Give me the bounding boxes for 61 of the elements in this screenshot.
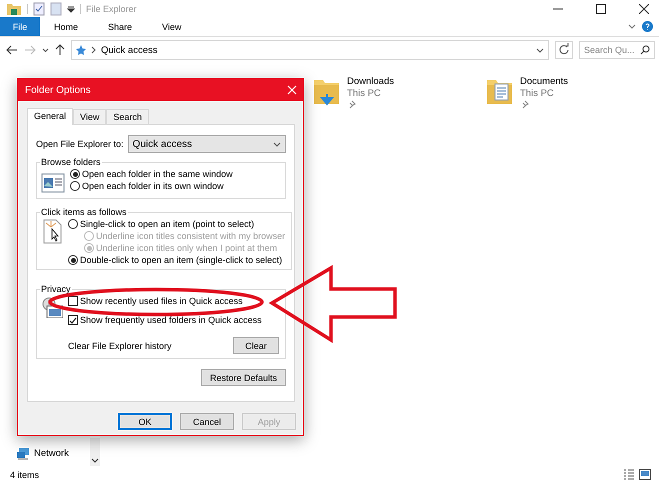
- scrollbar[interactable]: [90, 438, 100, 466]
- chevron-icon: [91, 46, 96, 54]
- maximize-icon[interactable]: [596, 4, 606, 14]
- window-icon: [41, 172, 65, 194]
- ribbon-tab[interactable]: Home: [40, 17, 94, 36]
- pointer-icon: [41, 219, 63, 245]
- checkbox-option[interactable]: Show recently used files in Quick access: [68, 296, 279, 306]
- up-arrow-icon[interactable]: [55, 44, 65, 56]
- dialog-button[interactable]: OK: [118, 413, 172, 430]
- refresh-icon[interactable]: [555, 41, 573, 59]
- window-title: File Explorer: [86, 4, 137, 14]
- clear-button[interactable]: Clear: [233, 337, 279, 354]
- chevron-icon[interactable]: [536, 48, 544, 52]
- item-count: 4 items: [10, 470, 40, 480]
- folder-name: Documents: [520, 76, 568, 87]
- group-title: Click items as follows: [40, 207, 128, 217]
- tab[interactable]: Search: [106, 109, 149, 124]
- dialog-button[interactable]: Cancel: [180, 413, 234, 430]
- folder-item[interactable]: Downloads This PC: [313, 76, 486, 109]
- ribbon-tab[interactable]: View: [148, 17, 198, 36]
- clock-icon: [41, 296, 63, 318]
- dialog-title: Folder Options: [25, 84, 91, 96]
- pin-icon: [520, 100, 529, 109]
- checkbox-option[interactable]: Show frequently used folders in Quick access: [68, 315, 279, 325]
- close-icon[interactable]: [639, 4, 649, 14]
- tiles-view-icon[interactable]: [639, 469, 651, 480]
- folder-location: This PC: [347, 88, 382, 99]
- history-label: Clear File Explorer history: [68, 340, 172, 350]
- radio-option[interactable]: Open each folder in its own window: [70, 181, 279, 191]
- pin-icon: [347, 100, 356, 109]
- help-icon[interactable]: [642, 21, 653, 32]
- field-label: Open File Explorer to:: [36, 139, 124, 149]
- ribbon-tab[interactable]: Share: [94, 17, 148, 36]
- folder-item[interactable]: Documents This PC: [486, 76, 659, 109]
- network-icon: [16, 447, 30, 460]
- address-bar[interactable]: Quick access: [71, 40, 549, 60]
- dropdown-arrow-icon[interactable]: [67, 4, 75, 12]
- details-view-icon[interactable]: [623, 469, 635, 480]
- tab[interactable]: General: [27, 108, 74, 125]
- folder-location: This PC: [520, 88, 555, 99]
- back-arrow-icon[interactable]: [6, 45, 18, 55]
- group-title: Browse folders: [40, 157, 102, 167]
- chevron-icon[interactable]: [91, 458, 99, 463]
- folder-name: Downloads: [347, 76, 394, 87]
- search-field[interactable]: Search Qu...: [579, 41, 655, 59]
- dropdown[interactable]: Quick access: [128, 135, 286, 153]
- radio-option[interactable]: Double-click to open an item (single-click to select): [68, 255, 286, 265]
- chevron-icon[interactable]: [42, 48, 49, 52]
- restore-defaults-button[interactable]: Restore Defaults: [200, 369, 286, 386]
- tab[interactable]: View: [73, 109, 106, 124]
- radio-option[interactable]: Single-click to open an item (point to select): [68, 219, 286, 229]
- group-title: Privacy: [40, 284, 72, 294]
- search-icon: [640, 45, 650, 55]
- radio-option[interactable]: Open each folder in the same window: [70, 169, 279, 179]
- folder-icon[interactable]: [6, 1, 22, 16]
- properties-icon[interactable]: [33, 2, 45, 16]
- chevron-icon: [273, 142, 281, 146]
- checkmark-icon: [69, 316, 77, 324]
- star-icon: [76, 45, 86, 55]
- nav-item[interactable]: Network: [16, 447, 90, 460]
- file-menu-button[interactable]: File: [0, 17, 40, 36]
